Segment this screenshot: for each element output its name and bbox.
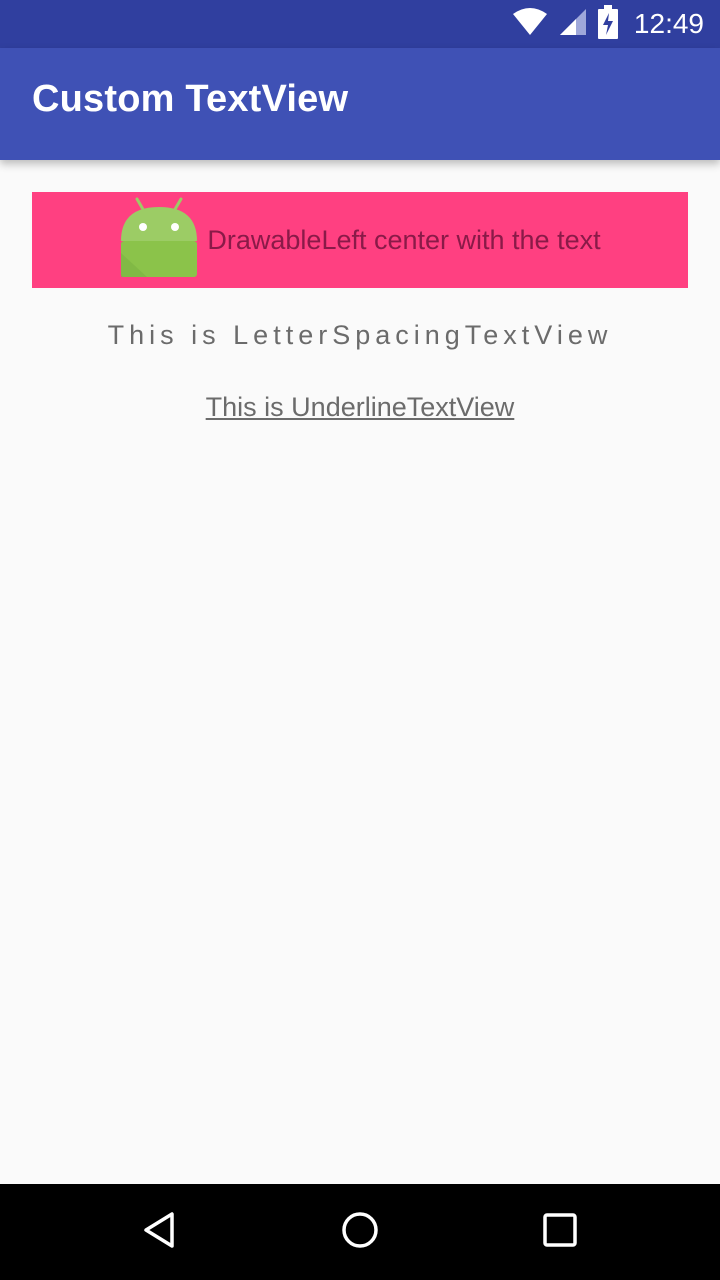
recents-icon xyxy=(542,1212,578,1253)
status-icons: 12:49 xyxy=(512,0,704,48)
home-button[interactable] xyxy=(332,1204,388,1260)
status-bar: 12:49 xyxy=(0,0,720,48)
home-icon xyxy=(340,1210,380,1255)
cellular-signal-icon xyxy=(558,7,588,42)
navigation-bar xyxy=(0,1184,720,1280)
drawable-left-textview: DrawableLeft center with the text xyxy=(32,192,688,288)
back-icon xyxy=(140,1210,180,1255)
app-title: Custom TextView xyxy=(32,78,349,120)
underline-textview: This is UnderlineTextView xyxy=(205,392,515,422)
app-bar: Custom TextView xyxy=(0,48,720,160)
letter-spacing-textview: This is LetterSpacingTextView xyxy=(107,320,613,350)
battery-charging-icon xyxy=(597,4,618,44)
wifi-icon xyxy=(512,7,548,42)
recents-button[interactable] xyxy=(532,1204,588,1260)
back-button[interactable] xyxy=(132,1204,188,1260)
clock: 12:49 xyxy=(633,8,704,39)
drawable-left-text: DrawableLeft center with the text xyxy=(207,224,601,255)
android-robot-icon xyxy=(119,197,199,284)
